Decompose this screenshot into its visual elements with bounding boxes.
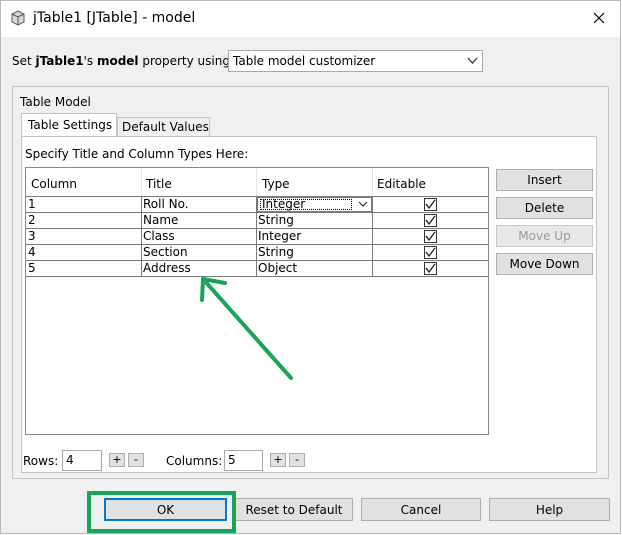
table-cell-title[interactable]: Class (141, 229, 256, 244)
check-icon (425, 263, 436, 274)
table-cell-title[interactable]: Section (141, 245, 256, 260)
arrow-annotation-icon (200, 277, 293, 380)
check-icon (425, 247, 436, 258)
editable-checkbox[interactable] (424, 262, 437, 275)
property-middle: 's (83, 54, 97, 68)
rows-label: Rows: (23, 454, 59, 468)
editor-selector-value: Table model customizer (233, 54, 376, 68)
check-icon (425, 199, 436, 210)
window-title: jTable1 [JTable] - model (33, 10, 196, 26)
close-icon (593, 12, 605, 24)
editor-selector[interactable]: Table model customizer (228, 50, 483, 72)
reset-to-default-button[interactable]: Reset to Default (235, 498, 353, 521)
check-icon (425, 231, 436, 242)
columns-label: Columns: (166, 454, 223, 468)
editable-checkbox[interactable] (424, 230, 437, 243)
table-cell-column[interactable]: 5 (26, 261, 141, 276)
tab-default-values[interactable]: Default Values (117, 117, 210, 137)
table-cell-title[interactable]: Roll No. (141, 197, 256, 212)
chevron-down-icon (358, 201, 368, 207)
chevron-down-icon (467, 57, 478, 64)
table-cell-title[interactable]: Name (141, 213, 256, 228)
property-label: Set jTable1's model property using: (12, 54, 234, 68)
property-suffix: property using: (138, 54, 235, 68)
header-column: Column (31, 177, 77, 191)
insert-button[interactable]: Insert (496, 169, 593, 191)
type-combo-value: Integer (262, 197, 306, 211)
columns-increment-button[interactable]: + (270, 453, 286, 467)
tab-table-settings[interactable]: Table Settings (21, 113, 117, 137)
instructions-text: Specify Title and Column Types Here: (25, 147, 249, 161)
table-cell-column[interactable]: 1 (26, 197, 141, 212)
table-cell-type[interactable]: Integer (256, 229, 372, 244)
group-label: Table Model (20, 95, 91, 109)
table-cell-type[interactable]: String (256, 213, 372, 228)
header-divider[interactable] (256, 168, 257, 197)
table-cell-type[interactable]: String (256, 245, 372, 260)
rows-field[interactable]: 4 (62, 450, 102, 471)
table-cell-column[interactable]: 2 (26, 213, 141, 228)
editable-checkbox[interactable] (424, 214, 437, 227)
app-icon (11, 10, 25, 26)
component-name: jTable1 (35, 54, 84, 68)
close-button[interactable] (585, 6, 613, 30)
rows-decrement-button[interactable]: - (128, 453, 144, 467)
editable-checkbox[interactable] (424, 246, 437, 259)
header-divider[interactable] (372, 168, 373, 197)
header-type: Type (262, 177, 290, 191)
type-combo-editor[interactable]: Integer (257, 197, 372, 212)
columns-decrement-button[interactable]: - (289, 453, 305, 467)
table-cell-column[interactable]: 4 (26, 245, 141, 260)
property-name: model (96, 54, 139, 68)
rows-increment-button[interactable]: + (109, 453, 125, 467)
help-button[interactable]: Help (489, 498, 610, 521)
move-up-button[interactable]: Move Up (496, 225, 593, 247)
ok-highlight-box (87, 491, 236, 533)
header-divider[interactable] (141, 168, 142, 197)
move-down-button[interactable]: Move Down (496, 253, 593, 275)
header-title: Title (146, 177, 172, 191)
editable-checkbox[interactable] (424, 198, 437, 211)
columns-field[interactable]: 5 (224, 450, 263, 471)
header-editable: Editable (377, 177, 426, 191)
tab-default-values-label: Default Values (122, 120, 209, 134)
grid-line (372, 196, 373, 277)
delete-button[interactable]: Delete (496, 197, 593, 219)
tab-table-settings-label: Table Settings (28, 118, 113, 132)
table-cell-column[interactable]: 3 (26, 229, 141, 244)
property-prefix: Set (12, 54, 36, 68)
check-icon (425, 215, 436, 226)
cancel-button[interactable]: Cancel (361, 498, 481, 521)
